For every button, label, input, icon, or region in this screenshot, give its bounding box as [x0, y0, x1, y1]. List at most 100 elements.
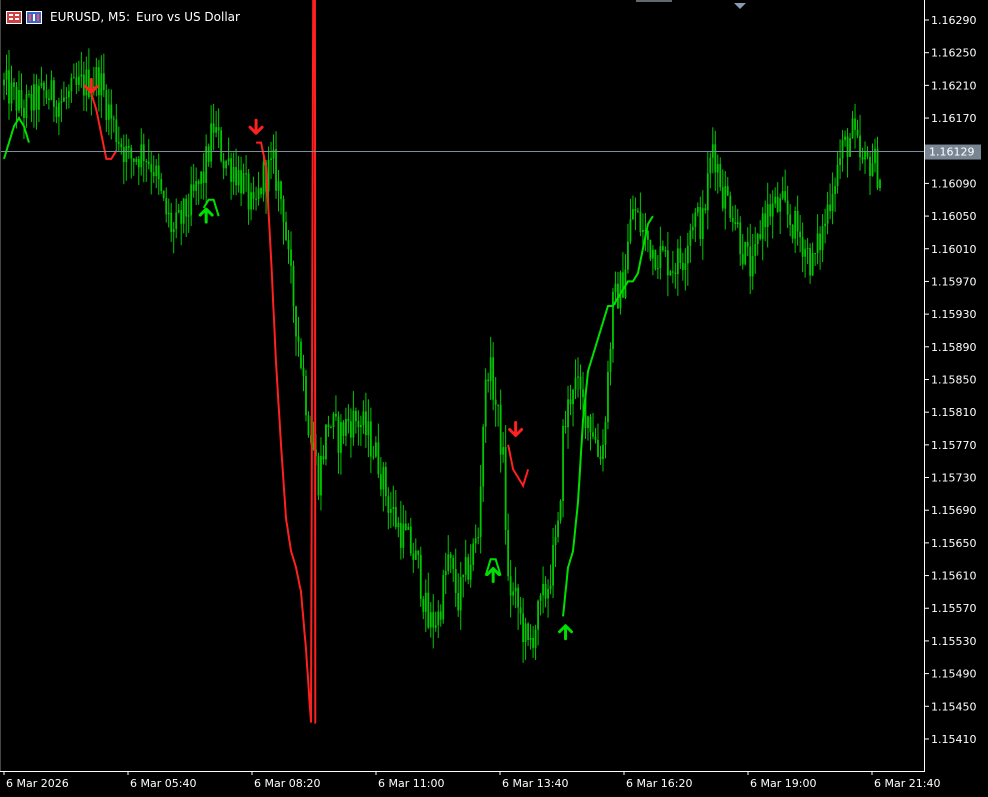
- candle-body: [437, 611, 440, 626]
- candle-body: [799, 231, 802, 238]
- candle-body: [417, 550, 420, 555]
- candle-body: [796, 210, 799, 232]
- price-chart[interactable]: 1.16290 1.16250 1.16210 1.16170 1.16090 1.160…: [0, 0, 988, 797]
- candle-body: [704, 208, 707, 211]
- candle-body: [494, 399, 497, 405]
- candle-body: [776, 196, 779, 212]
- candle-body: [449, 554, 452, 558]
- x-tick-label: 6 Mar 2026: [6, 777, 69, 790]
- candle-body: [322, 455, 325, 460]
- candle-body: [686, 245, 689, 264]
- candle-body: [317, 455, 320, 496]
- candle-body: [120, 143, 123, 148]
- candle-body: [849, 138, 851, 157]
- candle-body: [821, 226, 824, 251]
- candle-body: [444, 571, 447, 576]
- candle-body: [442, 575, 445, 620]
- candle-body: [661, 246, 664, 251]
- candle-body: [33, 84, 35, 111]
- candle-body: [362, 411, 365, 425]
- candle-body: [549, 585, 552, 589]
- candle-body: [192, 184, 195, 191]
- candle-body: [220, 130, 223, 161]
- candle-body: [674, 272, 677, 275]
- candle-body: [721, 187, 724, 209]
- candle-body: [77, 76, 80, 85]
- candle-body: [602, 444, 604, 460]
- y-tick-label: 1.16090: [931, 177, 977, 190]
- candle-body: [814, 253, 817, 255]
- candle-body: [484, 379, 487, 427]
- candle-body: [811, 253, 814, 276]
- candle-body: [597, 439, 599, 457]
- candle-body: [82, 74, 85, 96]
- candle-body: [706, 173, 709, 211]
- candle-body: [67, 91, 70, 98]
- candle-body: [422, 599, 425, 612]
- candle-body: [200, 171, 203, 184]
- candle-body: [335, 413, 337, 417]
- candle-body: [40, 82, 43, 86]
- candle-body: [412, 553, 415, 560]
- candle-body: [102, 73, 105, 91]
- candle-body: [639, 211, 642, 233]
- candle-body: [147, 161, 150, 165]
- candle-body: [532, 637, 534, 648]
- candle-body: [691, 226, 694, 231]
- candle-body: [609, 349, 612, 372]
- candle-body: [85, 69, 88, 96]
- candle-body: [182, 198, 185, 224]
- candle-body: [759, 234, 762, 239]
- candle-body: [35, 84, 38, 110]
- candle-body: [457, 592, 460, 611]
- y-tick-label: 1.15810: [931, 406, 977, 419]
- candle-body: [280, 181, 282, 200]
- candle-body: [270, 158, 272, 160]
- candle-body: [125, 146, 128, 163]
- candle-body: [145, 161, 148, 163]
- candle-body: [227, 158, 230, 162]
- candle-body: [95, 67, 98, 87]
- candle-body: [372, 456, 375, 458]
- x-tick-label: 6 Mar 05:40: [130, 777, 196, 790]
- candle-body: [369, 421, 372, 457]
- candle-body: [38, 85, 40, 110]
- candle-body: [512, 591, 515, 596]
- candle-body: [225, 161, 228, 169]
- candle-body: [58, 102, 60, 117]
- candle-body: [379, 474, 382, 490]
- candle-body: [110, 104, 113, 119]
- candle-body: [816, 233, 819, 254]
- candle-body: [492, 357, 495, 400]
- candle-body: [666, 250, 669, 276]
- candle-body: [377, 442, 380, 475]
- candle-body: [330, 427, 332, 429]
- candle-body: [97, 67, 100, 96]
- x-tick-label: 6 Mar 21:40: [874, 777, 940, 790]
- candle-body: [30, 94, 33, 111]
- candle-body: [197, 181, 200, 184]
- candle-body: [696, 207, 699, 213]
- candle-body: [729, 195, 732, 218]
- ma-down-segment: [90, 93, 118, 160]
- candle-body: [295, 306, 297, 337]
- candle-body: [676, 248, 679, 275]
- candle-body: [357, 421, 360, 428]
- candle-body: [831, 194, 834, 212]
- candle-body: [25, 94, 28, 118]
- candle-body: [232, 167, 235, 182]
- candle-body: [142, 144, 145, 162]
- candle-body: [746, 241, 749, 247]
- candle-body: [409, 526, 412, 554]
- candle-body: [127, 146, 130, 148]
- candle-body: [180, 210, 183, 224]
- candle-body: [13, 82, 15, 87]
- candle-body: [651, 249, 654, 259]
- candle-body: [105, 90, 108, 120]
- candle-body: [447, 554, 450, 572]
- candle-body: [684, 263, 687, 270]
- chart-window[interactable]: EURUSD, M5: Euro vs US Dollar 1.16290 1.1…: [0, 0, 988, 797]
- candle-body: [414, 550, 417, 560]
- candle-body: [724, 186, 727, 209]
- candle-body: [257, 188, 260, 200]
